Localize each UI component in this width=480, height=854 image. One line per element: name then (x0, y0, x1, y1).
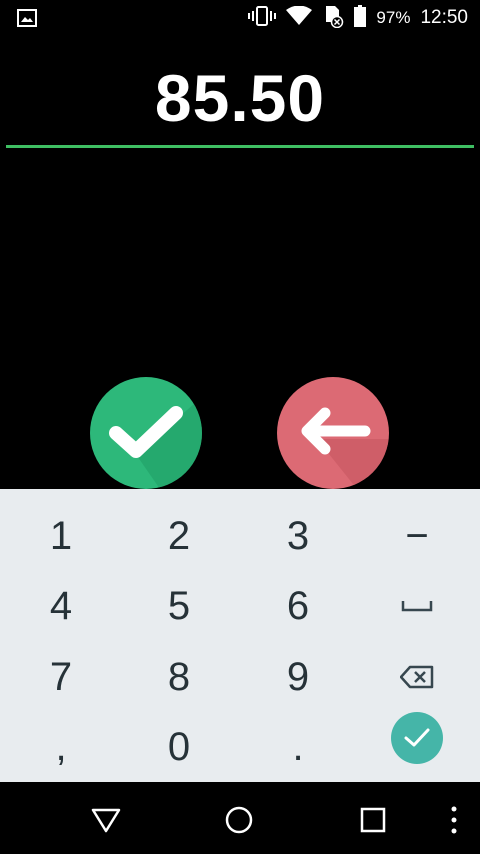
status-bar: 97% 12:50 (0, 0, 480, 36)
arrow-left-icon (301, 407, 389, 489)
done-icon (404, 728, 430, 747)
amount-display[interactable]: 85.50 (0, 60, 480, 136)
back-button[interactable] (277, 377, 389, 489)
key-period[interactable]: . (239, 712, 357, 782)
recents-square-icon (360, 807, 386, 833)
nav-back-button[interactable] (86, 800, 126, 840)
space-icon (401, 601, 433, 612)
sd-card-error-icon (322, 4, 344, 33)
clock: 12:50 (420, 7, 468, 28)
numeric-keypad: 1 2 3 − 4 5 6 7 8 9 , 0 . (0, 489, 480, 782)
done-button-circle (391, 712, 443, 764)
key-2[interactable]: 2 (120, 501, 238, 571)
vibrate-icon (248, 5, 277, 31)
back-triangle-icon (91, 808, 121, 833)
key-backspace[interactable] (358, 642, 476, 712)
key-8[interactable]: 8 (120, 642, 238, 712)
battery-icon (354, 4, 367, 32)
key-minus[interactable]: − (358, 501, 476, 571)
key-space[interactable] (358, 571, 476, 641)
key-1[interactable]: 1 (2, 501, 120, 571)
nav-recents-button[interactable] (353, 800, 393, 840)
key-5[interactable]: 5 (120, 571, 238, 641)
key-4[interactable]: 4 (2, 571, 120, 641)
nav-home-button[interactable] (219, 800, 259, 840)
battery-percent: 97% (376, 8, 411, 27)
key-0[interactable]: 0 (120, 712, 238, 782)
backspace-icon (400, 665, 434, 689)
key-done[interactable] (358, 703, 476, 773)
more-vert-icon (451, 806, 457, 834)
amount-underline (6, 145, 474, 148)
key-6[interactable]: 6 (239, 571, 357, 641)
wifi-icon (286, 5, 313, 31)
nav-more-button[interactable] (434, 800, 474, 840)
key-9[interactable]: 9 (239, 642, 357, 712)
navigation-bar (0, 782, 480, 854)
home-circle-icon (225, 806, 253, 834)
key-3[interactable]: 3 (239, 501, 357, 571)
image-notification-icon (17, 9, 37, 31)
check-icon (109, 397, 202, 489)
confirm-button[interactable] (90, 377, 202, 489)
key-comma[interactable]: , (2, 712, 120, 782)
key-7[interactable]: 7 (2, 642, 120, 712)
